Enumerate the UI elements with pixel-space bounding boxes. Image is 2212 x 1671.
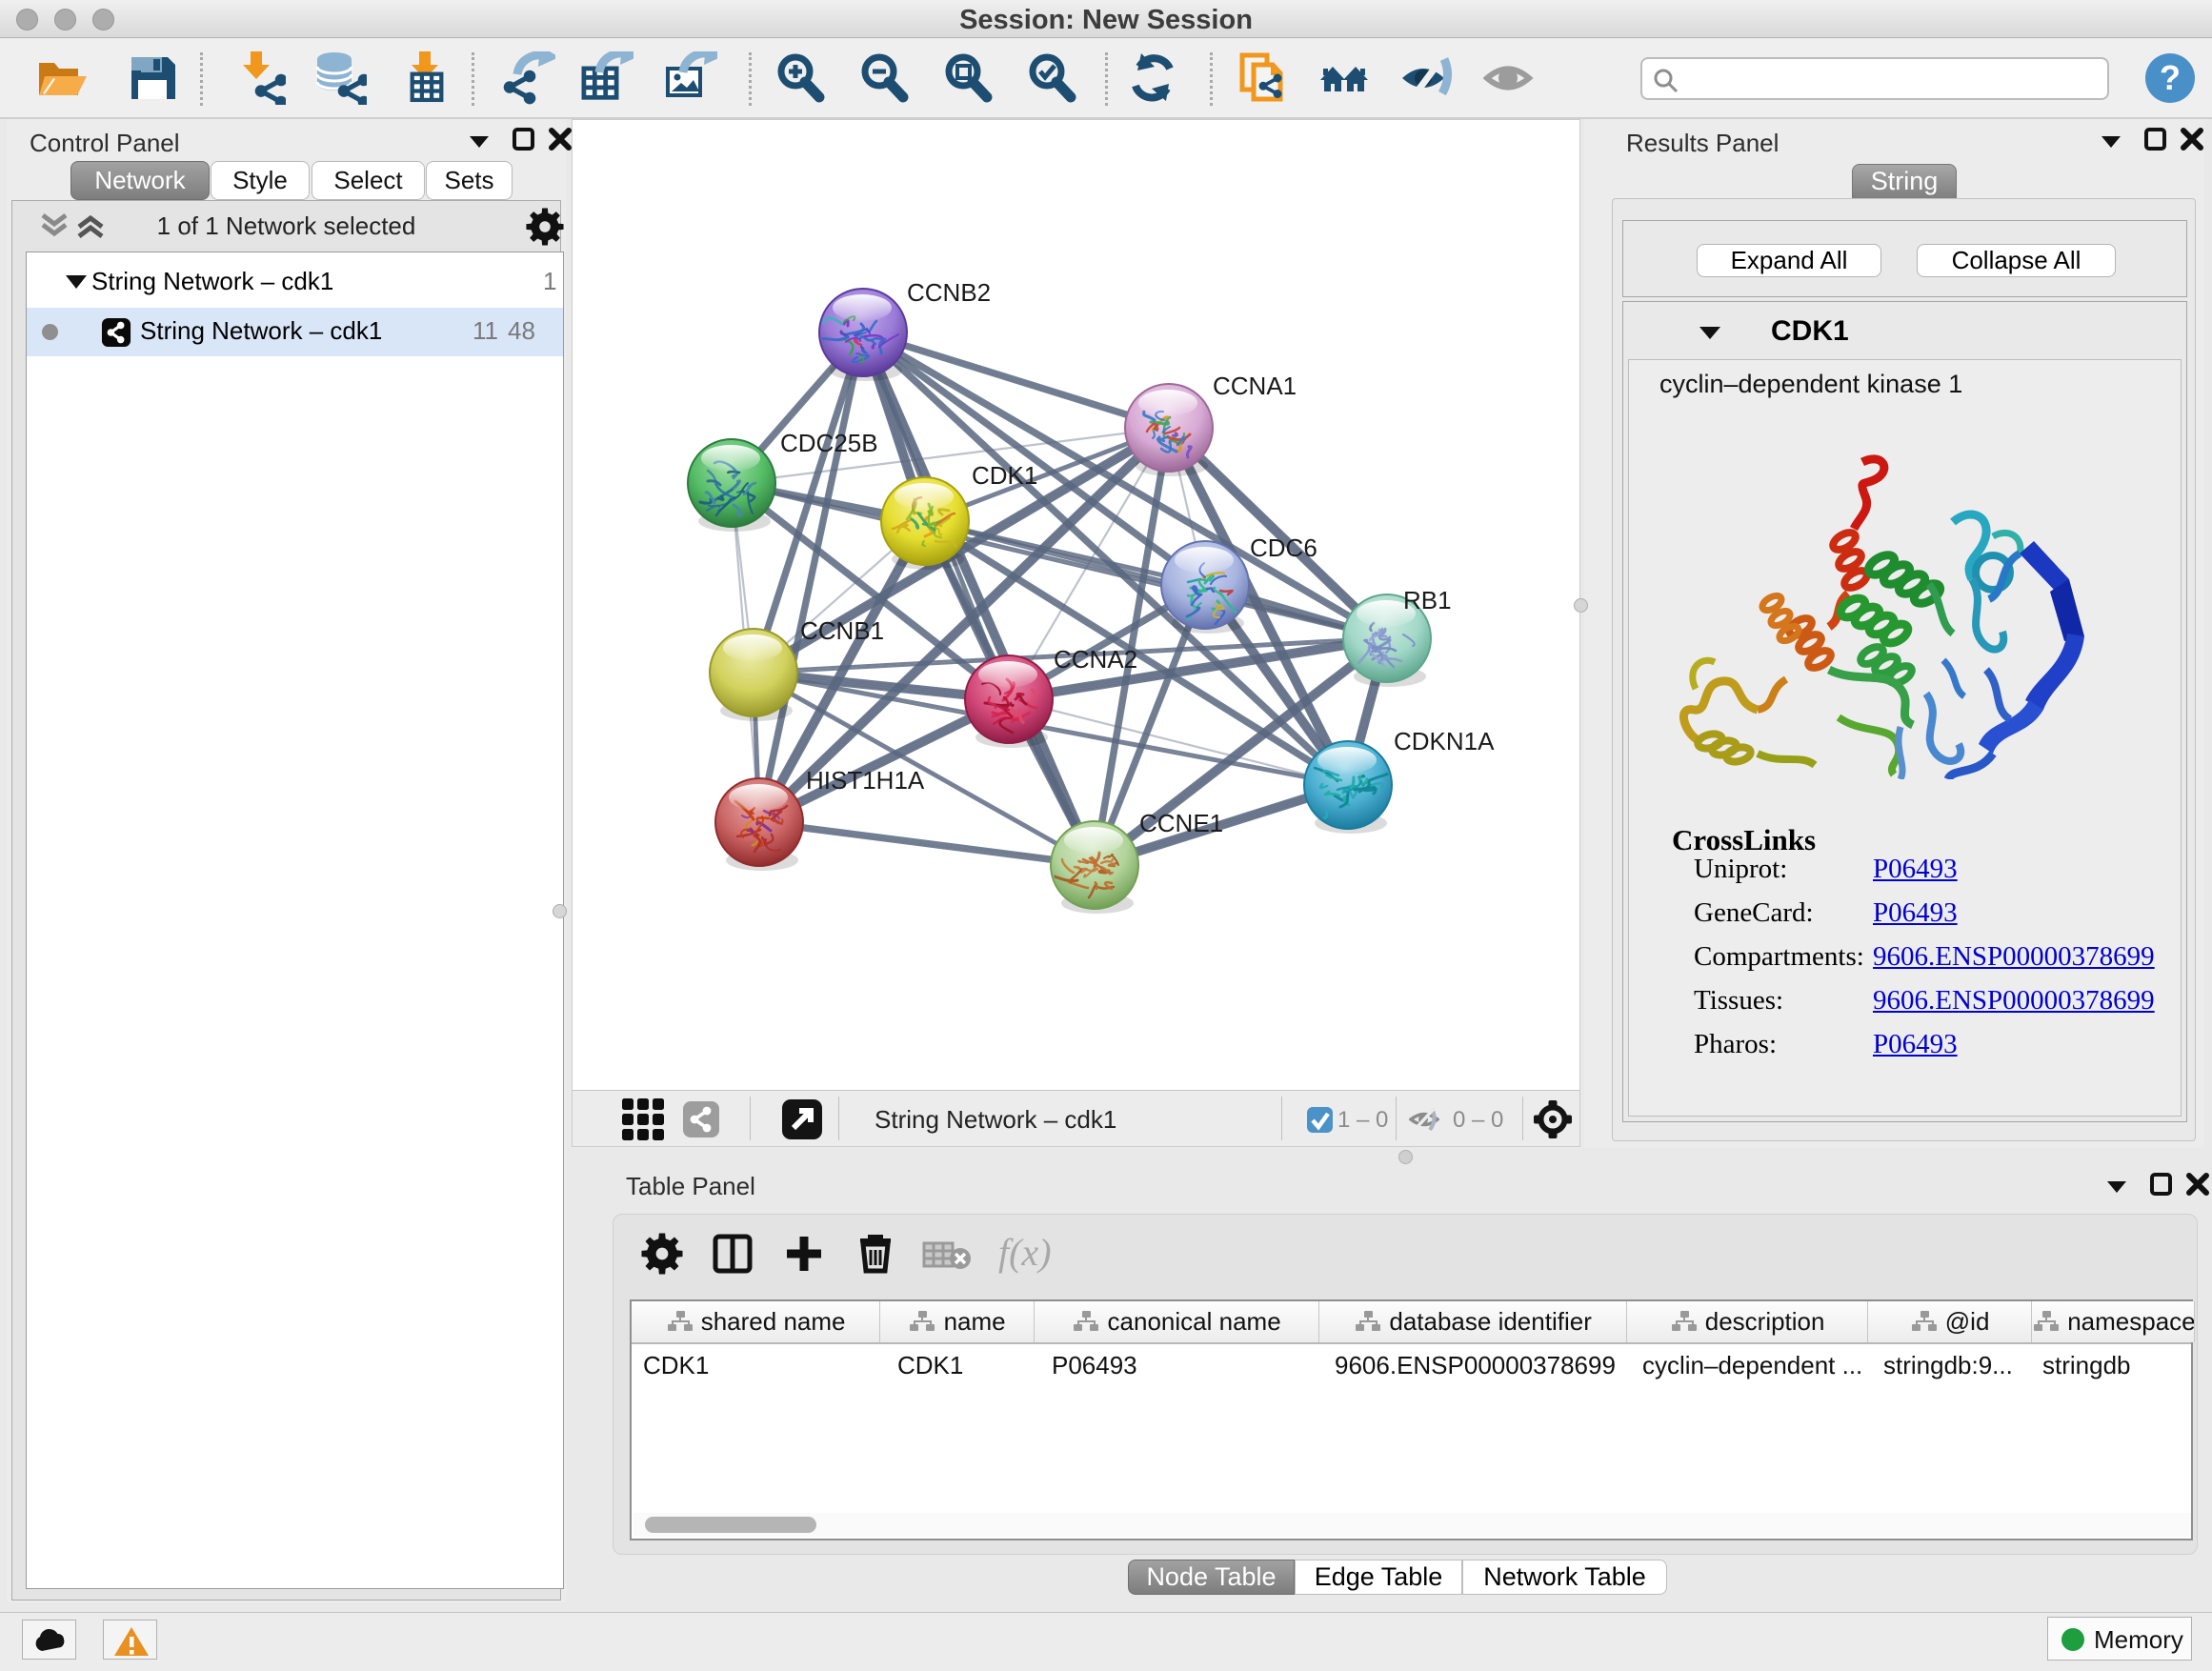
svg-text:RB1: RB1 bbox=[1403, 586, 1452, 614]
svg-text:CCNB1: CCNB1 bbox=[800, 616, 884, 645]
svg-text:HIST1H1A: HIST1H1A bbox=[806, 766, 925, 795]
svg-text:CCNE1: CCNE1 bbox=[1139, 809, 1223, 837]
svg-text:CDKN1A: CDKN1A bbox=[1394, 727, 1495, 755]
svg-text:CDC6: CDC6 bbox=[1250, 534, 1317, 562]
svg-text:CDK1: CDK1 bbox=[972, 461, 1037, 490]
svg-text:?: ? bbox=[2160, 58, 2181, 97]
svg-text:CDC25B: CDC25B bbox=[780, 429, 878, 457]
svg-text:CCNA1: CCNA1 bbox=[1213, 372, 1297, 400]
svg-text:CCNB2: CCNB2 bbox=[907, 278, 991, 307]
svg-text:CCNA2: CCNA2 bbox=[1054, 645, 1137, 674]
